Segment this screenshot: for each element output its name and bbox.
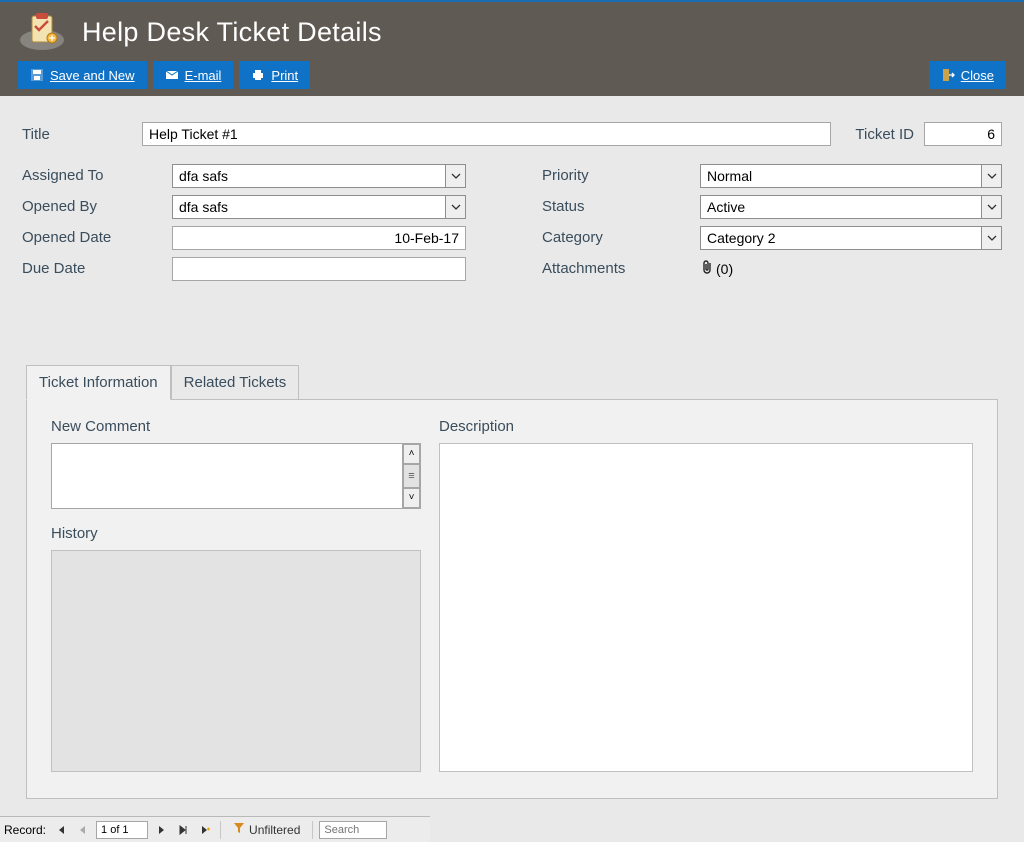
opened-by-combo[interactable]: dfa safs — [172, 195, 466, 219]
new-record-button[interactable] — [196, 821, 214, 839]
new-comment-field: ˄ ≡ ˅ — [51, 443, 421, 509]
prev-record-button[interactable] — [74, 821, 92, 839]
next-record-button[interactable] — [152, 821, 170, 839]
record-navigation-bar: Record: Unfiltered — [0, 816, 430, 842]
history-label: History — [51, 525, 421, 542]
priority-combo[interactable]: Normal — [700, 164, 1002, 188]
record-position-input[interactable] — [96, 821, 148, 839]
scroll-up-icon[interactable]: ˄ — [403, 444, 420, 464]
print-button[interactable]: Print — [239, 61, 310, 89]
chevron-down-icon — [981, 227, 1001, 249]
scroll-down-icon[interactable]: ˅ — [403, 488, 420, 508]
page-title: Help Desk Ticket Details — [82, 17, 382, 48]
tab-ticket-information[interactable]: Ticket Information — [26, 365, 171, 400]
assigned-to-label: Assigned To — [22, 167, 172, 184]
tab-strip: Ticket Information Related Tickets — [26, 364, 998, 399]
tab-panel: New Comment ˄ ≡ ˅ History Description — [26, 399, 998, 799]
opened-date-input[interactable] — [172, 226, 466, 250]
status-combo[interactable]: Active — [700, 195, 1002, 219]
save-and-new-button[interactable]: Save and New — [18, 61, 147, 89]
save-icon — [30, 68, 44, 82]
due-date-label: Due Date — [22, 260, 172, 277]
history-box — [51, 550, 421, 772]
email-icon — [165, 68, 179, 82]
close-door-icon — [941, 68, 955, 82]
description-label: Description — [439, 418, 973, 435]
chevron-down-icon — [981, 196, 1001, 218]
opened-by-label: Opened By — [22, 198, 172, 215]
due-date-input[interactable] — [172, 257, 466, 281]
new-comment-input[interactable] — [52, 444, 402, 508]
category-label: Category — [542, 229, 700, 246]
funnel-icon — [233, 822, 245, 837]
chevron-down-icon — [445, 196, 465, 218]
ticket-id-label: Ticket ID — [855, 126, 914, 143]
scrollbar[interactable]: ˄ ≡ ˅ — [402, 444, 420, 508]
opened-date-label: Opened Date — [22, 229, 172, 246]
title-label: Title — [22, 126, 132, 143]
print-icon — [251, 68, 265, 82]
record-label: Record: — [4, 823, 46, 837]
clipboard-icon — [18, 12, 66, 52]
paperclip-icon — [700, 259, 714, 278]
assigned-to-combo[interactable]: dfa safs — [172, 164, 466, 188]
description-box[interactable] — [439, 443, 973, 772]
window-header: Help Desk Ticket Details Save and New E-… — [0, 2, 1024, 96]
new-comment-label: New Comment — [51, 418, 421, 435]
attachments-control[interactable]: (0) — [700, 259, 733, 278]
close-button[interactable]: Close — [929, 61, 1006, 89]
email-button[interactable]: E-mail — [153, 61, 234, 89]
priority-label: Priority — [542, 167, 700, 184]
chevron-down-icon — [981, 165, 1001, 187]
attachments-label: Attachments — [542, 260, 700, 277]
last-record-button[interactable] — [174, 821, 192, 839]
scroll-thumb[interactable]: ≡ — [403, 464, 420, 488]
toolbar: Save and New E-mail Print Close — [18, 58, 1006, 92]
filter-indicator[interactable]: Unfiltered — [227, 822, 306, 837]
tab-related-tickets[interactable]: Related Tickets — [171, 365, 300, 400]
first-record-button[interactable] — [52, 821, 70, 839]
category-combo[interactable]: Category 2 — [700, 226, 1002, 250]
title-input[interactable] — [142, 122, 831, 146]
status-label: Status — [542, 198, 700, 215]
form-body: Title Ticket ID Assigned To dfa safs Ope… — [0, 96, 1024, 809]
chevron-down-icon — [445, 165, 465, 187]
ticket-id-input[interactable] — [924, 122, 1002, 146]
record-search-input[interactable] — [319, 821, 387, 839]
